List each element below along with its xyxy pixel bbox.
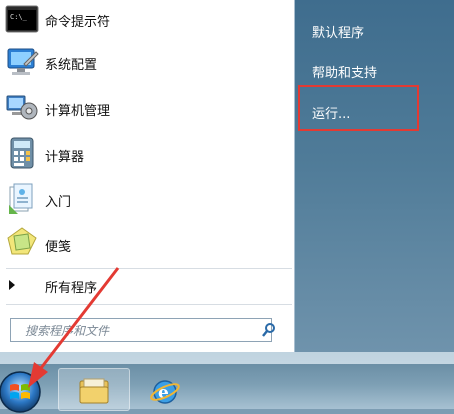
start-item-label: 便笺 (45, 240, 72, 255)
start-item-label: 计算器 (45, 150, 85, 165)
search-icon[interactable] (261, 322, 277, 338)
sticky-notes-icon (7, 227, 37, 255)
folder-icon (79, 378, 109, 404)
command-prompt-icon: C:\_ (5, 5, 39, 33)
run-highlight-box (298, 85, 419, 131)
calculator-icon (10, 137, 34, 169)
right-item-default-programs[interactable]: 默认程序 (312, 22, 364, 41)
start-item-computer-management[interactable]: 计算机管理 (0, 88, 295, 126)
right-item-help-support[interactable]: 帮助和支持 (312, 62, 377, 81)
taskbar-ie-button[interactable]: e (146, 368, 184, 409)
start-item-command-prompt[interactable]: C:\_ 命令提示符 (0, 2, 295, 36)
all-programs-label: 所有程序 (45, 281, 98, 296)
start-orb-button[interactable] (0, 370, 42, 414)
search-placeholder: 搜索程序和文件 (25, 324, 110, 338)
taskbar-explorer-button[interactable] (58, 368, 130, 411)
computer-management-icon (6, 95, 38, 120)
start-item-label: 命令提示符 (45, 15, 111, 30)
start-item-label: 系统配置 (45, 58, 98, 73)
getting-started-icon (9, 183, 33, 214)
system-config-icon (7, 48, 39, 75)
all-programs-button[interactable]: 所有程序 (0, 272, 295, 298)
start-item-system-config[interactable]: 系统配置 (0, 44, 295, 80)
start-menu-left-pane: C:\_ 命令提示符 系统配置 计算机管理 计算器 入门 便笺 所有程序 搜索程… (0, 0, 295, 352)
internet-explorer-icon: e (150, 380, 180, 404)
svg-text:C:\_: C:\_ (10, 13, 28, 21)
expand-arrow-icon (9, 280, 15, 290)
start-item-label: 计算机管理 (45, 104, 111, 119)
search-input[interactable]: 搜索程序和文件 (10, 318, 275, 342)
start-item-calculator[interactable]: 计算器 (0, 133, 295, 173)
menu-separator (6, 304, 292, 305)
start-item-label: 入门 (45, 195, 72, 210)
start-item-getting-started[interactable]: 入门 (0, 179, 295, 219)
start-menu-right-pane (295, 0, 454, 352)
menu-separator (6, 268, 292, 269)
start-item-sticky-notes[interactable]: 便笺 (0, 224, 295, 262)
